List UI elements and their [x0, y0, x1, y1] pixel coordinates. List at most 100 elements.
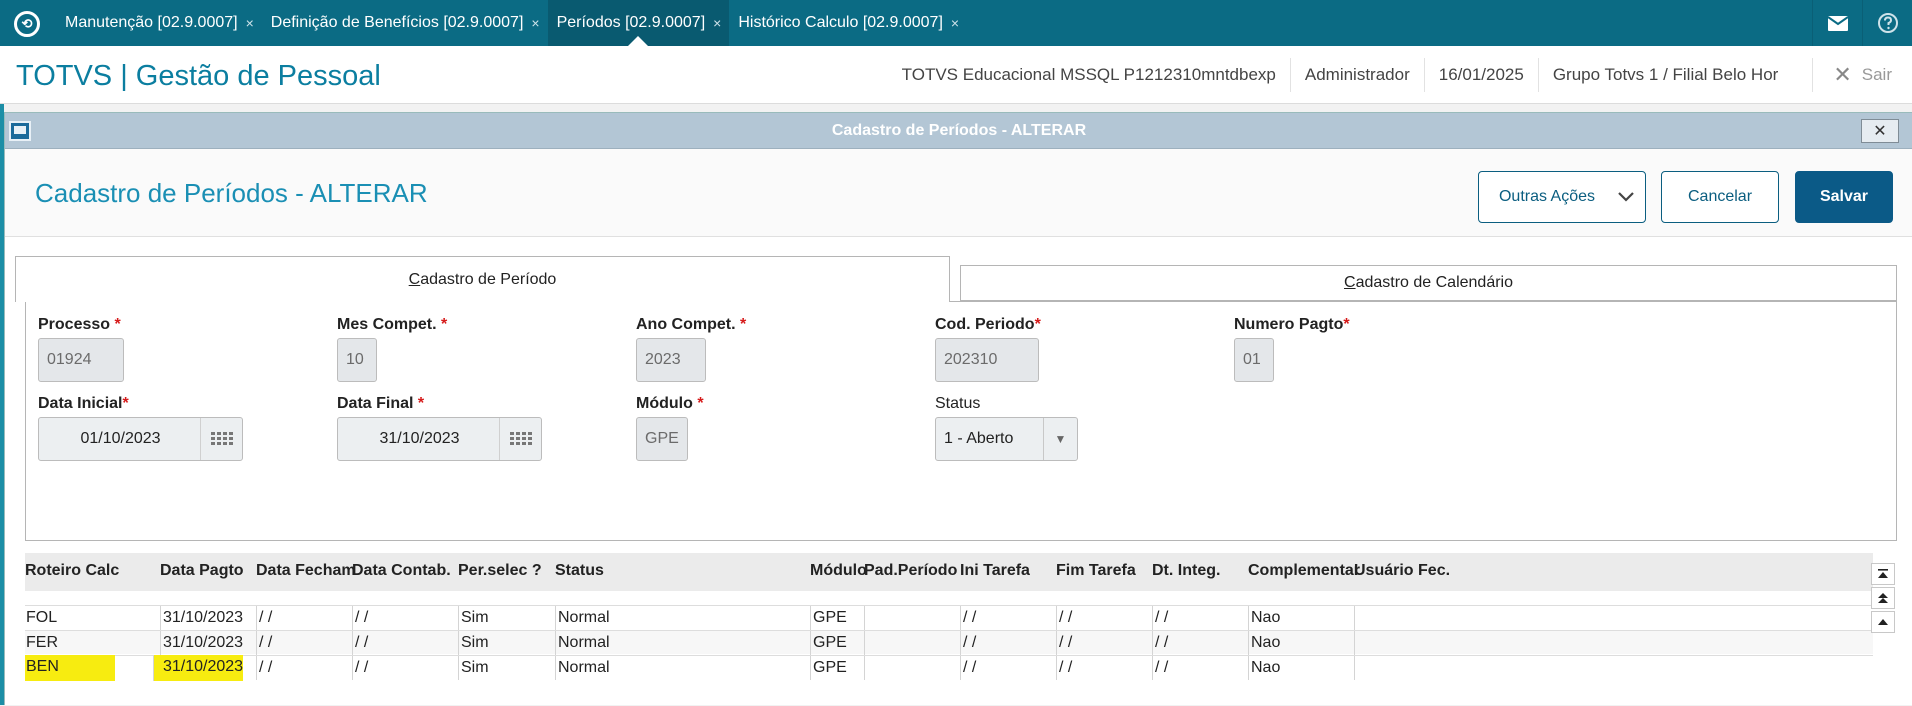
table-row[interactable]: FOL 31/10/2023 / / / / Sim Normal GPE / … [25, 605, 1873, 630]
close-icon[interactable]: × [531, 15, 539, 31]
status-select[interactable]: 1 - Aberto ▼ [935, 417, 1078, 461]
scroll-up-icon[interactable] [1871, 611, 1895, 633]
calendar-icon[interactable] [499, 418, 541, 460]
cell-per-selec[interactable]: Sim [458, 631, 555, 655]
totvs-logo-icon[interactable]: ⟲ [14, 11, 40, 37]
cell-ini-tarefa[interactable]: / / [960, 656, 1056, 680]
cell-modulo[interactable]: GPE [810, 631, 864, 655]
dialog-title: Cadastro de Períodos - ALTERAR [831, 122, 1087, 139]
col-usuario-fec[interactable]: Usuário Fec. [1354, 562, 1450, 580]
date-label[interactable]: 16/01/2025 [1423, 58, 1538, 92]
cell-fim-tarefa[interactable]: / / [1056, 656, 1152, 680]
cell-modulo[interactable]: GPE [810, 606, 864, 630]
col-data-fecham[interactable]: Data Fecham [256, 562, 356, 580]
col-modulo[interactable]: Módulo [810, 562, 867, 580]
modulo-field[interactable]: GPE [636, 417, 688, 461]
cell-data-fecham[interactable]: / / [256, 656, 352, 680]
tab-historico-calculo[interactable]: Histórico Calculo [02.9.0007] × [729, 0, 967, 46]
processo-field[interactable]: 01924 [38, 338, 124, 382]
cell-pad-periodo[interactable] [864, 606, 960, 630]
tab-cadastro-calendario[interactable]: Cadastro de Calendário [960, 265, 1897, 301]
cell-status[interactable]: Normal [555, 631, 810, 655]
cell-dt-integ[interactable]: / / [1152, 606, 1248, 630]
col-pad-periodo[interactable]: Pad.Período [864, 562, 957, 580]
col-data-contab[interactable]: Data Contab. [352, 562, 451, 580]
cell-data-pagto[interactable]: 31/10/2023 [160, 631, 256, 655]
scroll-top-icon[interactable] [1871, 563, 1895, 585]
cell-fim-tarefa[interactable]: / / [1056, 631, 1152, 655]
data-final-field[interactable]: 31/10/2023 [337, 417, 542, 461]
cell-data-fecham[interactable]: / / [256, 631, 352, 655]
help-icon[interactable] [1862, 0, 1912, 46]
col-roteiro-calc[interactable]: Roteiro Calc [25, 562, 119, 580]
cell-complementar[interactable]: Nao [1248, 606, 1354, 630]
table-row[interactable]: FER 31/10/2023 / / / / Sim Normal GPE / … [25, 630, 1873, 655]
cell-usuario-fec[interactable] [1354, 631, 1534, 655]
numero-pagto-field[interactable]: 01 [1234, 338, 1274, 382]
tab-hotkey: C [1344, 274, 1356, 291]
cell-pad-periodo[interactable] [864, 656, 960, 680]
ano-compet-label: Ano Compet. * [636, 316, 747, 333]
col-data-pagto[interactable]: Data Pagto [160, 562, 244, 580]
cell-per-selec[interactable]: Sim [458, 606, 555, 630]
cancel-button[interactable]: Cancelar [1661, 171, 1779, 223]
cell-modulo[interactable]: GPE [810, 656, 864, 680]
mail-icon[interactable] [1812, 0, 1862, 46]
cell-roteiro[interactable]: FOL [25, 606, 160, 630]
cell-status[interactable]: Normal [555, 606, 810, 630]
data-inicial-field[interactable]: 01/10/2023 [38, 417, 243, 461]
calendar-icon[interactable] [200, 418, 242, 460]
col-dt-integ[interactable]: Dt. Integ. [1152, 562, 1220, 580]
ano-compet-field[interactable]: 2023 [636, 338, 706, 382]
cell-complementar[interactable]: Nao [1248, 656, 1354, 680]
close-icon[interactable]: × [246, 15, 254, 31]
cell-status[interactable]: Normal [555, 656, 810, 680]
company-label[interactable]: Grupo Totvs 1 / Filial Belo Hor [1537, 58, 1793, 92]
tab-manutencao[interactable]: Manutenção [02.9.0007] × [56, 0, 262, 46]
cell-ini-tarefa[interactable]: / / [960, 606, 1056, 630]
cell-ini-tarefa[interactable]: / / [960, 631, 1056, 655]
cell-data-pagto[interactable]: 31/10/2023 [153, 655, 243, 681]
user-label[interactable]: Administrador [1289, 58, 1424, 92]
cell-per-selec[interactable]: Sim [458, 656, 555, 680]
table-row[interactable]: BEN 31/10/2023 / / / / Sim Normal GPE / … [25, 655, 1873, 681]
col-ini-tarefa[interactable]: Ini Tarefa [960, 562, 1030, 580]
col-fim-tarefa[interactable]: Fim Tarefa [1056, 562, 1136, 580]
close-icon[interactable]: × [951, 15, 959, 31]
cell-dt-integ[interactable]: / / [1152, 656, 1248, 680]
dialog-close-button[interactable]: ✕ [1861, 119, 1899, 143]
cell-roteiro[interactable]: FER [25, 631, 160, 655]
tab-definicao-beneficios[interactable]: Definição de Benefícios [02.9.0007] × [262, 0, 548, 46]
cell-data-contab[interactable]: / / [352, 606, 458, 630]
other-actions-button[interactable]: Outras Ações [1478, 171, 1646, 223]
top-icons [1812, 0, 1912, 46]
processo-label: Processo * [38, 316, 121, 333]
cell-data-fecham[interactable]: / / [256, 606, 352, 630]
mes-compet-field[interactable]: 10 [337, 338, 377, 382]
exit-label: Sair [1861, 65, 1892, 84]
cell-data-pagto[interactable]: 31/10/2023 [160, 606, 256, 630]
cell-dt-integ[interactable]: / / [1152, 631, 1248, 655]
col-complementar[interactable]: Complementar [1248, 562, 1360, 580]
environment-label[interactable]: TOTVS Educacional MSSQL P1212310mntdbexp [888, 58, 1290, 92]
cell-data-contab[interactable]: / / [352, 631, 458, 655]
tab-cadastro-periodo[interactable]: Cadastro de Período [15, 256, 950, 302]
cell-complementar[interactable]: Nao [1248, 631, 1354, 655]
close-icon[interactable]: × [713, 15, 721, 31]
tab-periodos[interactable]: Períodos [02.9.0007] × [547, 0, 730, 46]
cell-fim-tarefa[interactable]: / / [1056, 606, 1152, 630]
cell-roteiro[interactable]: BEN [25, 655, 115, 681]
cell-usuario-fec[interactable] [1354, 656, 1534, 680]
app-title: TOTVS | Gestão de Pessoal [16, 60, 381, 92]
cod-periodo-field[interactable]: 202310 [935, 338, 1039, 382]
col-per-selec[interactable]: Per.selec ? [458, 562, 542, 580]
cell-data-contab[interactable]: / / [352, 656, 458, 680]
grid-header: Roteiro Calc Data Pagto Data Fecham Data… [25, 553, 1873, 591]
scroll-page-up-icon[interactable] [1871, 587, 1895, 609]
cell-pad-periodo[interactable] [864, 631, 960, 655]
dropdown-arrow-icon[interactable]: ▼ [1043, 418, 1077, 460]
save-button[interactable]: Salvar [1795, 171, 1893, 223]
cell-usuario-fec[interactable] [1354, 606, 1534, 630]
col-status[interactable]: Status [555, 562, 604, 580]
exit-button[interactable]: ✕ Sair [1812, 58, 1912, 92]
